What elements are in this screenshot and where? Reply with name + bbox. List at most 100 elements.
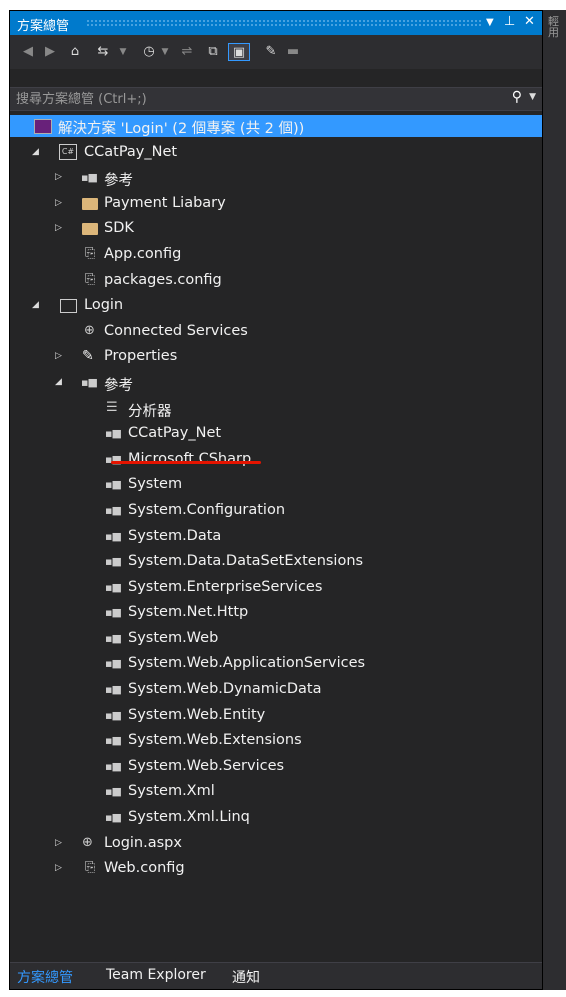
- tree-item-label: System.Web.Services: [128, 757, 285, 774]
- expanded-arrow-icon[interactable]: ◢: [55, 377, 62, 387]
- tree-item-references[interactable]: ▷ ▪■ 參考: [10, 166, 542, 192]
- tree-item-label: CCatPay_Net: [84, 143, 178, 160]
- tree-item-label: System.Web.Entity: [128, 706, 266, 723]
- tab-notifications[interactable]: 通知: [232, 967, 260, 987]
- tree-item-label: System.Net.Http: [128, 604, 249, 621]
- collapsed-arrow-icon[interactable]: ▷: [55, 198, 62, 208]
- tree-item-file[interactable]: ▷ ⊕ Login.aspx: [10, 832, 542, 858]
- switch-view-icon[interactable]: ⇌: [178, 43, 196, 61]
- tree-item-reference[interactable]: ▪■ System.Web.Services: [10, 755, 542, 781]
- tab-solution-explorer[interactable]: 方案總管: [17, 967, 73, 987]
- tree-item-file[interactable]: ⎘ App.config: [10, 243, 542, 269]
- history-icon[interactable]: ◷: [140, 43, 158, 61]
- tree-item-reference[interactable]: ▪■ System.EnterpriseServices: [10, 576, 542, 602]
- tree-item-label: App.config: [104, 245, 182, 262]
- tree-item-properties[interactable]: ▷ ✎ Properties: [10, 345, 542, 371]
- tree-item-folder[interactable]: ▷ SDK: [10, 217, 542, 243]
- tree-item-label: Payment Liabary: [104, 194, 226, 211]
- tree-item-reference[interactable]: ▪■ System.Data.DataSetExtensions: [10, 550, 542, 576]
- sync-icon[interactable]: ⇆: [92, 43, 114, 61]
- tree-item-label: System.Web.ApplicationServices: [128, 655, 366, 672]
- pin-icon[interactable]: ⊥: [504, 14, 515, 29]
- reference-icon: ▪■: [105, 708, 122, 722]
- close-icon[interactable]: ✕: [524, 14, 535, 29]
- tree-item-label: System.Web.Extensions: [128, 732, 302, 749]
- web-project-icon: [60, 299, 77, 314]
- reference-icon: ▪■: [105, 811, 122, 825]
- tree-item-folder[interactable]: ▷ Payment Liabary: [10, 192, 542, 218]
- tree-item-connected-services[interactable]: ⊕ Connected Services: [10, 320, 542, 346]
- tree-item-analyzers[interactable]: ☰ 分析器: [10, 397, 542, 423]
- tree-item-reference[interactable]: ▪■ System: [10, 473, 542, 499]
- tree-item-label: Connected Services: [104, 322, 248, 339]
- tree-item-label: System.Xml.Linq: [128, 809, 250, 826]
- tree-item-label: System.Configuration: [128, 501, 286, 518]
- tree-item-label: SDK: [104, 220, 134, 237]
- folder-icon: [82, 223, 98, 236]
- tree-item-label: Properties: [104, 348, 178, 365]
- csharp-project-icon: C#: [59, 143, 77, 160]
- reference-icon: ▪■: [105, 580, 122, 594]
- tree-item-label: System.Xml: [128, 783, 215, 800]
- reference-icon: ▪■: [105, 683, 122, 697]
- tree-item-solution[interactable]: 解決方案 'Login' (2 個專案 (共 2 個)): [10, 115, 542, 137]
- tree-item-references[interactable]: ◢ ▪■ 參考: [10, 371, 542, 397]
- tree-item-reference[interactable]: ▪■ Microsoft.CSharp: [10, 448, 542, 474]
- tree-item-reference[interactable]: ▪■ System.Web.DynamicData: [10, 678, 542, 704]
- aspx-file-icon: ⊕: [82, 834, 93, 850]
- tree-item-reference[interactable]: ▪■ System.Xml.Linq: [10, 806, 542, 832]
- tree-item-reference[interactable]: ▪■ System.Web.Extensions: [10, 729, 542, 755]
- tree-item-label: 參考: [104, 173, 133, 190]
- tree-item-label: Login: [84, 297, 124, 314]
- reference-icon: ▪■: [105, 478, 122, 492]
- search-input[interactable]: [16, 90, 486, 108]
- tree-item-reference[interactable]: ▪■ System.Web.ApplicationServices: [10, 652, 542, 678]
- tab-team-explorer[interactable]: Team Explorer: [106, 967, 206, 983]
- collapsed-arrow-icon[interactable]: ▷: [55, 172, 62, 182]
- tree-item-reference[interactable]: ▪■ CCatPay_Net: [10, 422, 542, 448]
- properties-icon[interactable]: ✎: [262, 43, 280, 61]
- adjacent-panel-edge: 輕用: [543, 10, 566, 990]
- tree-item-project[interactable]: ◢ C# CCatPay_Net: [10, 141, 542, 167]
- collapsed-arrow-icon[interactable]: ▷: [55, 838, 62, 848]
- window-position-icon[interactable]: ▼: [486, 17, 494, 28]
- tree-item-reference[interactable]: ▪■ System.Web.Entity: [10, 704, 542, 730]
- show-all-files-icon[interactable]: ▣: [228, 43, 250, 61]
- collapsed-arrow-icon[interactable]: ▷: [55, 223, 62, 233]
- reference-icon: ▪■: [105, 734, 122, 748]
- expanded-arrow-icon[interactable]: ◢: [32, 300, 39, 310]
- dropdown-icon[interactable]: ▼: [118, 43, 128, 61]
- tree-item-reference[interactable]: ▪■ System.Data: [10, 525, 542, 551]
- bottom-tab-strip: 方案總管 Team Explorer 通知: [10, 962, 542, 989]
- search-box[interactable]: ⚲ ▼: [10, 87, 542, 111]
- tree-item-label: 分析器: [128, 403, 172, 420]
- tree-item-file[interactable]: ▷ ⎘ Web.config: [10, 857, 542, 883]
- title-grip[interactable]: [86, 19, 482, 26]
- collapsed-arrow-icon[interactable]: ▷: [55, 351, 62, 361]
- tree-item-reference[interactable]: ▪■ System.Web: [10, 627, 542, 653]
- references-icon: ▪■: [81, 375, 98, 389]
- reference-icon: ▪■: [105, 529, 122, 543]
- home-icon[interactable]: ⌂: [66, 43, 84, 61]
- collapsed-arrow-icon[interactable]: ▷: [55, 863, 62, 873]
- search-icon[interactable]: ⚲: [512, 89, 522, 105]
- dropdown-icon[interactable]: ▼: [160, 43, 170, 61]
- tree-item-reference[interactable]: ▪■ System.Net.Http: [10, 601, 542, 627]
- tree-item-label: Web.config: [104, 860, 185, 877]
- forward-icon[interactable]: ▶: [42, 43, 58, 61]
- title-bar: 方案總管 ▼ ⊥ ✕: [10, 11, 542, 35]
- back-icon[interactable]: ◀: [20, 43, 36, 61]
- preview-icon[interactable]: ▬: [284, 43, 302, 61]
- tree-item-file[interactable]: ⎘ packages.config: [10, 269, 542, 295]
- expanded-arrow-icon[interactable]: ◢: [32, 147, 39, 157]
- tree-item-label: System.Web.DynamicData: [128, 681, 322, 698]
- search-options-icon[interactable]: ▼: [529, 92, 536, 102]
- tree-item-project[interactable]: ◢ Login: [10, 294, 542, 320]
- tree-item-reference[interactable]: ▪■ System.Configuration: [10, 499, 542, 525]
- solution-tree: 解決方案 'Login' (2 個專案 (共 2 個)) ◢ C# CCatPa…: [10, 115, 542, 883]
- wrench-icon: ✎: [82, 348, 94, 365]
- collapse-all-icon[interactable]: ⧉: [204, 43, 222, 61]
- tree-item-reference[interactable]: ▪■ System.Xml: [10, 780, 542, 806]
- config-file-icon: ⎘: [85, 245, 96, 261]
- reference-icon: ▪■: [105, 555, 122, 569]
